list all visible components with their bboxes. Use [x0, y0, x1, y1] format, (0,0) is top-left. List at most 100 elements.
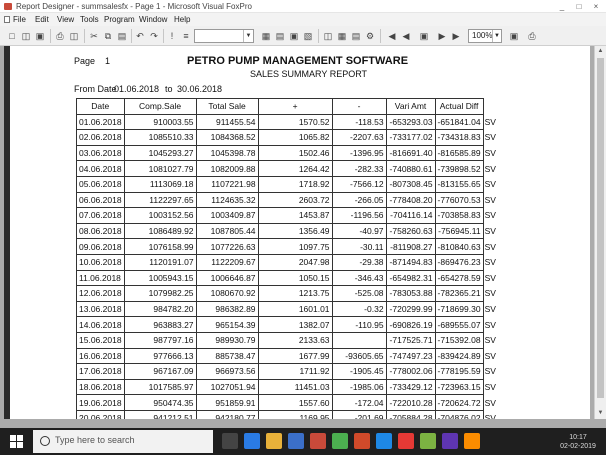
value-cell: 1079982.25 [123, 285, 197, 302]
form-icon[interactable]: ▦ [260, 30, 272, 42]
edge-browser-icon[interactable] [244, 433, 260, 449]
menu-view[interactable]: View [57, 13, 74, 26]
font-combo[interactable]: ▼ [194, 29, 254, 43]
vertical-scrollbar[interactable]: ▲ ▼ [594, 46, 606, 419]
value-cell: -720299.99 [385, 300, 436, 318]
tools-icon[interactable]: ⚙ [364, 30, 376, 42]
redo-icon[interactable]: ↷ [148, 30, 160, 42]
menu-edit[interactable]: Edit [35, 13, 49, 26]
value-cell: 885738.47 [195, 347, 259, 365]
flag-cell: SV [484, 194, 496, 205]
scroll-down-arrow-icon[interactable]: ▼ [595, 408, 606, 419]
menu-tools[interactable]: Tools [80, 13, 99, 26]
file-explorer-icon[interactable] [266, 433, 282, 449]
app-icon[interactable] [398, 433, 414, 449]
store-icon[interactable] [288, 433, 304, 449]
app-icon[interactable] [464, 433, 480, 449]
value-cell: 1005943.15 [123, 269, 197, 287]
data-environment-icon[interactable]: ◫ [322, 30, 334, 42]
value-cell: -690826.19 [385, 316, 436, 333]
run-icon[interactable]: ! [166, 30, 178, 42]
close-preview-icon[interactable]: ▣ [508, 30, 520, 42]
value-cell: 1382.07 [257, 316, 333, 333]
print-preview-icon[interactable]: ◫ [68, 30, 80, 42]
value-cell: -40.97 [331, 222, 387, 240]
open-folder-icon[interactable]: ◫ [20, 30, 32, 42]
date-cell: 09.06.2018 [76, 238, 125, 255]
scroll-up-arrow-icon[interactable]: ▲ [595, 46, 606, 57]
properties-icon[interactable]: ▧ [302, 30, 314, 42]
maximize-button[interactable]: □ [571, 0, 587, 13]
value-cell: -715392.08 [434, 331, 484, 349]
value-cell: -689555.07 [434, 316, 484, 333]
app-icon[interactable] [354, 433, 370, 449]
value-cell: 1213.75 [257, 285, 333, 302]
value-cell: 986382.89 [195, 300, 259, 318]
print-report-icon[interactable]: ⎙ [526, 30, 538, 42]
menu-file[interactable]: File [4, 13, 26, 26]
date-cell: 15.06.2018 [76, 331, 125, 349]
date-cell: 06.06.2018 [76, 191, 125, 209]
cut-icon[interactable]: ✂ [88, 30, 100, 42]
value-cell: 1570.52 [257, 113, 333, 131]
report-icon[interactable]: ▤ [274, 30, 286, 42]
app-icon[interactable] [332, 433, 348, 449]
menu-window[interactable]: Window [139, 13, 167, 26]
value-cell: 1169.95 [257, 409, 333, 419]
value-cell: -839424.89 [434, 347, 484, 365]
flag-cell: SV [484, 148, 496, 159]
previous-page-icon[interactable]: ◀ [400, 30, 412, 42]
toolbar-separator [131, 29, 132, 43]
layout-icon[interactable]: ▦ [336, 30, 348, 42]
flag-cell: SV [484, 288, 496, 299]
modify-icon[interactable]: ≡ [180, 30, 192, 42]
save-icon[interactable]: ▣ [34, 30, 46, 42]
minimize-button[interactable]: _ [554, 0, 570, 13]
toolbar-separator [380, 29, 381, 43]
search-icon [40, 436, 50, 446]
scrollbar-thumb[interactable] [597, 58, 604, 398]
sales-summary-table: Date Comp.Sale Total Sale + - Vari Amt Actual … [76, 98, 504, 419]
print-icon[interactable]: ⎙ [54, 30, 66, 42]
value-cell: 977666.13 [123, 347, 197, 365]
toolbar-separator [318, 29, 319, 43]
align-icon[interactable]: ▤ [350, 30, 362, 42]
paste-icon[interactable]: ▤ [116, 30, 128, 42]
app-icon[interactable] [376, 433, 392, 449]
document-icon [4, 16, 10, 23]
date-cell: 13.06.2018 [76, 300, 125, 318]
value-cell: 1107221.98 [195, 175, 259, 193]
last-page-icon[interactable]: ▶ [450, 30, 462, 42]
flag-cell: SV [484, 350, 496, 361]
taskbar-search-box[interactable]: Type here to search [33, 430, 213, 453]
first-page-icon[interactable]: ◀ [386, 30, 398, 42]
chevron-down-icon[interactable]: ▼ [492, 30, 501, 42]
copy-icon[interactable]: ⧉ [102, 30, 114, 42]
date-cell: 04.06.2018 [76, 160, 125, 177]
zoom-combo[interactable]: 100% ▼ [468, 29, 502, 43]
next-page-icon[interactable]: ▶ [436, 30, 448, 42]
label-icon[interactable]: ▣ [288, 30, 300, 42]
foxpro-taskbar-icon[interactable] [310, 433, 326, 449]
foxpro-app-icon [4, 3, 12, 10]
chevron-down-icon[interactable]: ▼ [243, 30, 253, 42]
table-header-row: Date Comp.Sale Total Sale + - Vari Amt Actual … [76, 98, 504, 115]
menu-help[interactable]: Help [174, 13, 190, 26]
value-cell: -813155.65 [434, 175, 484, 193]
close-button[interactable]: × [588, 0, 604, 13]
date-cell: 18.06.2018 [76, 378, 125, 396]
menu-program[interactable]: Program [104, 13, 135, 26]
new-file-icon[interactable]: □ [6, 30, 18, 42]
windows-start-icon[interactable] [10, 435, 23, 448]
value-cell: 1677.99 [257, 347, 333, 365]
table-row: 14.06.2018 963883.27 965154.39 1382.07 -110.… [76, 316, 504, 333]
go-to-page-icon[interactable]: ▣ [418, 30, 430, 42]
task-view-icon[interactable] [222, 433, 238, 449]
app-icon[interactable] [442, 433, 458, 449]
date-cell: 11.06.2018 [76, 269, 125, 287]
app-icon[interactable] [420, 433, 436, 449]
value-cell: 1557.60 [257, 394, 333, 411]
undo-icon[interactable]: ↶ [134, 30, 146, 42]
table-row: 07.06.2018 1003152.56 1003409.87 1453.87 -11… [76, 207, 504, 224]
system-clock[interactable]: 10:17 02-02-2019 [556, 433, 600, 451]
